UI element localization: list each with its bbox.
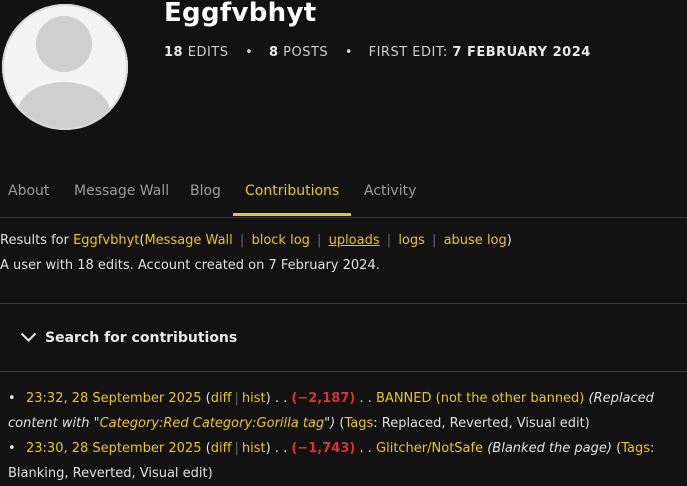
stats-separator: •	[245, 45, 254, 60]
user-silhouette-icon	[2, 4, 128, 130]
tab-contributions[interactable]: Contributions	[245, 183, 339, 199]
hist-link[interactable]: hist	[242, 441, 266, 456]
profile-tabs: About Message Wall Blog Contributions Ac…	[0, 170, 687, 218]
timestamp-link[interactable]: 23:30, 28 September 2025	[26, 441, 201, 456]
hist-link[interactable]: hist	[242, 391, 266, 406]
logs-link[interactable]: logs	[398, 233, 425, 248]
summary-category-link[interactable]: Category:Red Category:Gorilla tag	[100, 416, 325, 431]
active-tab-indicator	[233, 213, 351, 216]
diff-link[interactable]: diff	[211, 441, 232, 456]
user-link[interactable]: Eggfvbhyt	[73, 233, 139, 248]
tags-list: : Replaced, Reverted, Visual edit)	[373, 416, 590, 431]
results-line: Results for Eggfvbhyt(Message Wall | blo…	[0, 233, 512, 248]
timestamp-link[interactable]: 23:32, 28 September 2025	[26, 391, 201, 406]
divider	[0, 303, 687, 304]
contributions-list: • 23:32, 28 September 2025 (diff | hist) .…	[0, 386, 687, 486]
message-wall-link[interactable]: Message Wall	[144, 233, 232, 248]
divider	[0, 371, 687, 372]
tab-message-wall[interactable]: Message Wall	[74, 183, 169, 199]
list-item: • 23:30, 28 September 2025 (diff | hist) .…	[8, 441, 655, 481]
chevron-down-icon	[20, 332, 37, 342]
edit-summary: (Blanked the page)	[487, 441, 612, 456]
results-prefix: Results for	[0, 233, 69, 248]
tab-about[interactable]: About	[8, 183, 49, 199]
abuse-log-link[interactable]: abuse log	[444, 233, 507, 248]
tags-link[interactable]: Tags	[344, 416, 373, 431]
profile-stats: 18 EDITS • 8 POSTS • FIRST EDIT: 7 FEBRU…	[164, 45, 591, 60]
profile-username: Eggfvbhyt	[164, 0, 317, 28]
tab-blog[interactable]: Blog	[190, 183, 221, 199]
size-change: (−1,743)	[291, 441, 356, 456]
edits-label: EDITS	[187, 45, 229, 60]
tab-activity[interactable]: Activity	[364, 183, 416, 199]
uploads-link[interactable]: uploads	[329, 233, 380, 248]
user-avatar	[2, 4, 128, 130]
search-contributions-toggle[interactable]: Search for contributions	[20, 330, 237, 346]
search-toggle-label: Search for contributions	[45, 330, 238, 346]
list-item: • 23:32, 28 September 2025 (diff | hist) .…	[8, 391, 654, 431]
page-link[interactable]: BANNED (not the other banned)	[376, 391, 584, 406]
first-edit-date: 7 FEBRUARY 2024	[452, 45, 591, 60]
tags-link[interactable]: Tags	[621, 441, 650, 456]
diff-link[interactable]: diff	[211, 391, 232, 406]
size-change: (−2,187)	[291, 391, 356, 406]
stats-separator: •	[344, 45, 353, 60]
posts-count: 8	[268, 45, 279, 60]
account-info: A user with 18 edits. Account created on…	[0, 258, 380, 273]
block-log-link[interactable]: block log	[251, 233, 309, 248]
edits-count: 18	[164, 45, 184, 60]
page-link[interactable]: Glitcher/NotSafe	[376, 441, 483, 456]
first-edit-label: FIRST EDIT:	[368, 45, 448, 60]
posts-label: POSTS	[283, 45, 329, 60]
